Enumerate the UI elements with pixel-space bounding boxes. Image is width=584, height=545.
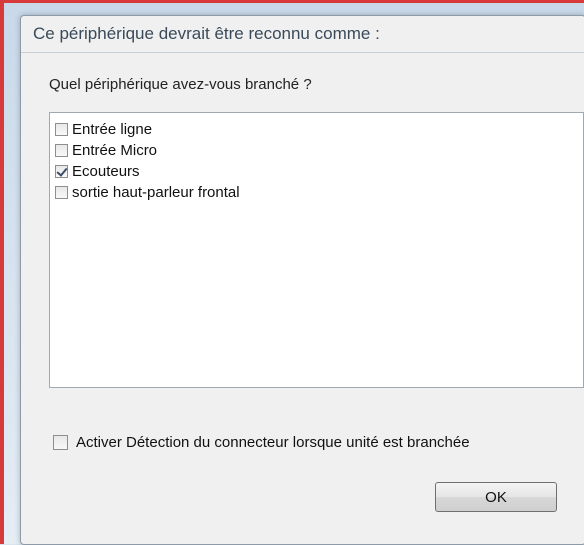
ok-button[interactable]: OK [435, 482, 557, 512]
device-label: Ecouteurs [72, 163, 140, 180]
device-label: sortie haut-parleur frontal [72, 184, 240, 201]
device-list[interactable]: Entrée ligne Entrée Micro Ecouteurs sort… [49, 112, 584, 388]
device-item-headphones[interactable]: Ecouteurs [50, 161, 583, 182]
device-item-front-speaker[interactable]: sortie haut-parleur frontal [50, 182, 583, 203]
window-frame: Ce périphérique devrait être reconnu com… [0, 0, 584, 545]
detect-connector-label: Activer Détection du connecteur lorsque … [76, 434, 470, 451]
detect-connector-option[interactable]: Activer Détection du connecteur lorsque … [53, 434, 470, 451]
device-item-line-in[interactable]: Entrée ligne [50, 119, 583, 140]
device-checkbox[interactable] [55, 123, 68, 136]
device-checkbox[interactable] [55, 165, 68, 178]
device-label: Entrée Micro [72, 142, 158, 159]
device-checkbox[interactable] [55, 186, 68, 199]
dialog-title: Ce périphérique devrait être reconnu com… [33, 24, 380, 43]
detect-connector-checkbox[interactable] [53, 435, 68, 450]
device-item-mic-in[interactable]: Entrée Micro [50, 140, 583, 161]
device-checkbox[interactable] [55, 144, 68, 157]
device-prompt: Quel périphérique avez-vous branché ? [49, 76, 312, 93]
title-separator [21, 52, 584, 53]
device-dialog: Ce périphérique devrait être reconnu com… [20, 15, 584, 545]
device-label: Entrée ligne [72, 121, 153, 138]
